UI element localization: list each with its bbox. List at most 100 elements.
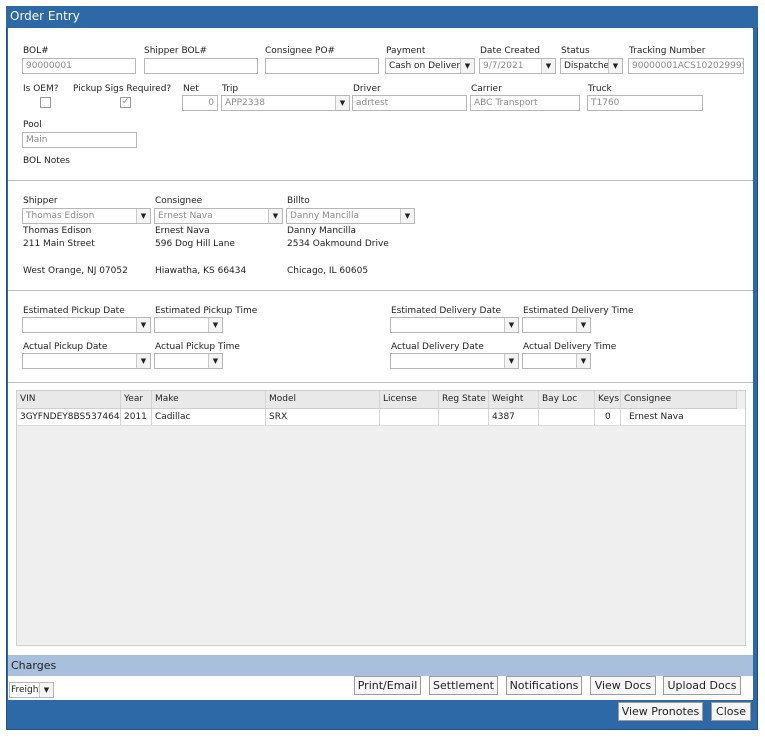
column-header-model[interactable]: Model bbox=[266, 391, 380, 408]
window-title: Order Entry bbox=[6, 6, 758, 28]
chevron-down-icon[interactable]: ▼ bbox=[208, 354, 222, 368]
vin-cell: 3GYFNDEY8BS537464 bbox=[17, 409, 121, 425]
trip-label: Trip bbox=[222, 84, 239, 94]
pool-input[interactable]: Main bbox=[22, 132, 137, 148]
year-cell: 2011 bbox=[121, 409, 152, 425]
carrier-label: Carrier bbox=[471, 84, 502, 94]
truck-label: Truck bbox=[588, 84, 612, 94]
view-pronotes-button[interactable]: View Pronotes bbox=[618, 702, 703, 721]
chevron-down-icon[interactable]: ▼ bbox=[268, 209, 282, 223]
charges-header[interactable]: Charges bbox=[8, 655, 753, 676]
consignee-cell: Ernest Nava bbox=[629, 412, 684, 422]
trip-select-value: APP2338 bbox=[225, 98, 265, 108]
shipper-city: West Orange, NJ 07052 bbox=[23, 266, 128, 276]
section-divider bbox=[8, 180, 753, 181]
column-header-bay-loc[interactable]: Bay Loc bbox=[539, 391, 595, 408]
date-created-value: 9/7/2021 bbox=[483, 61, 524, 71]
act-pickup-time-select[interactable]: ▼ bbox=[154, 353, 223, 369]
license-cell bbox=[380, 409, 439, 425]
billto-label: Billto bbox=[287, 196, 310, 206]
tracking-number-input[interactable]: 90000001ACS1020299956 bbox=[628, 58, 744, 74]
is-oem-label: Is OEM? bbox=[23, 84, 59, 94]
window-scroll-edge bbox=[753, 12, 757, 412]
act-delivery-date-label: Actual Delivery Date bbox=[391, 342, 484, 352]
date-created-select[interactable]: 9/7/2021 ▼ bbox=[479, 58, 556, 74]
chevron-down-icon[interactable]: ▼ bbox=[136, 318, 150, 332]
settlement-button[interactable]: Settlement bbox=[429, 676, 498, 695]
carrier-input[interactable]: ABC Transport bbox=[470, 95, 580, 111]
act-pickup-date-label: Actual Pickup Date bbox=[23, 342, 108, 352]
make-cell: Cadillac bbox=[152, 409, 266, 425]
chevron-down-icon[interactable]: ▼ bbox=[400, 209, 414, 223]
bol-input[interactable]: 90000001 bbox=[22, 58, 136, 74]
chevron-down-icon[interactable]: ▼ bbox=[504, 318, 518, 332]
act-delivery-time-select[interactable]: ▼ bbox=[522, 353, 591, 369]
act-pickup-time-label: Actual Pickup Time bbox=[155, 342, 240, 352]
driver-input[interactable]: adrtest bbox=[352, 95, 467, 111]
pickup-sigs-label: Pickup Sigs Required? bbox=[73, 84, 172, 94]
est-pickup-time-select[interactable]: ▼ bbox=[154, 317, 223, 333]
column-header-year[interactable]: Year bbox=[121, 391, 152, 408]
status-select[interactable]: Dispatched ▼ bbox=[560, 58, 623, 74]
upload-docs-button[interactable]: Upload Docs bbox=[663, 676, 741, 695]
shipper-name: Thomas Edison bbox=[23, 226, 92, 236]
payment-select[interactable]: Cash on Delivery ▼ bbox=[385, 58, 475, 74]
billto-city: Chicago, IL 60605 bbox=[287, 266, 369, 276]
chevron-down-icon[interactable]: ▼ bbox=[608, 59, 622, 73]
act-delivery-date-select[interactable]: ▼ bbox=[390, 353, 519, 369]
column-header-vin[interactable]: VIN bbox=[17, 391, 121, 408]
shipper-label: Shipper bbox=[23, 196, 58, 206]
column-header-keys[interactable]: Keys bbox=[595, 391, 621, 408]
trip-select[interactable]: APP2338 ▼ bbox=[221, 95, 350, 111]
charge-type-select[interactable]: Freight ▼ bbox=[9, 682, 54, 698]
chevron-down-icon[interactable]: ▼ bbox=[335, 96, 349, 110]
est-delivery-time-label: Estimated Delivery Time bbox=[523, 306, 634, 316]
net-label: Net bbox=[183, 84, 199, 94]
billto-select[interactable]: Danny Mancilla ▼ bbox=[286, 208, 415, 224]
vehicles-grid-header: VIN Year Make Model License Reg State We… bbox=[17, 391, 737, 409]
consignee-address: 596 Dog Hill Lane bbox=[155, 239, 235, 249]
status-label: Status bbox=[561, 46, 590, 56]
model-cell: SRX bbox=[266, 409, 380, 425]
est-delivery-time-select[interactable]: ▼ bbox=[522, 317, 591, 333]
column-header-consignee[interactable]: Consignee bbox=[621, 391, 737, 408]
chevron-down-icon[interactable]: ▼ bbox=[504, 354, 518, 368]
is-oem-checkbox[interactable] bbox=[40, 97, 51, 108]
act-delivery-time-label: Actual Delivery Time bbox=[523, 342, 617, 352]
act-pickup-date-select[interactable]: ▼ bbox=[22, 353, 151, 369]
chevron-down-icon[interactable]: ▼ bbox=[541, 59, 555, 73]
bol-notes-label: BOL Notes bbox=[23, 156, 70, 166]
shipper-bol-input[interactable] bbox=[144, 58, 258, 74]
column-header-make[interactable]: Make bbox=[152, 391, 266, 408]
est-delivery-date-select[interactable]: ▼ bbox=[390, 317, 519, 333]
billto-select-value: Danny Mancilla bbox=[290, 211, 359, 221]
chevron-down-icon[interactable]: ▼ bbox=[136, 209, 150, 223]
pickup-sigs-checkbox[interactable]: ✓ bbox=[120, 97, 131, 108]
consignee-po-label: Consignee PO# bbox=[265, 46, 336, 56]
chevron-down-icon[interactable]: ▼ bbox=[576, 354, 590, 368]
close-button[interactable]: Close bbox=[711, 702, 751, 721]
column-header-license[interactable]: License bbox=[380, 391, 439, 408]
column-header-weight[interactable]: Weight bbox=[489, 391, 539, 408]
notifications-button[interactable]: Notifications bbox=[506, 676, 582, 695]
consignee-select[interactable]: Ernest Nava ▼ bbox=[154, 208, 283, 224]
est-pickup-date-select[interactable]: ▼ bbox=[22, 317, 151, 333]
column-header-reg-state[interactable]: Reg State bbox=[439, 391, 489, 408]
print-email-button[interactable]: Print/Email bbox=[354, 676, 421, 695]
section-divider bbox=[8, 382, 753, 383]
est-delivery-date-label: Estimated Delivery Date bbox=[391, 306, 502, 316]
chevron-down-icon[interactable]: ▼ bbox=[460, 59, 474, 73]
chevron-down-icon[interactable]: ▼ bbox=[136, 354, 150, 368]
charge-type-value: Freight bbox=[11, 685, 43, 695]
net-input[interactable]: 0 bbox=[182, 95, 218, 111]
view-docs-button[interactable]: View Docs bbox=[590, 676, 656, 695]
payment-select-value: Cash on Delivery bbox=[389, 61, 466, 71]
vehicles-grid: VIN Year Make Model License Reg State We… bbox=[16, 390, 746, 646]
consignee-po-input[interactable] bbox=[265, 58, 379, 74]
table-row[interactable]: 3GYFNDEY8BS537464 2011 Cadillac SRX 4387… bbox=[17, 409, 745, 426]
chevron-down-icon[interactable]: ▼ bbox=[208, 318, 222, 332]
shipper-select[interactable]: Thomas Edison ▼ bbox=[22, 208, 151, 224]
chevron-down-icon[interactable]: ▼ bbox=[576, 318, 590, 332]
chevron-down-icon[interactable]: ▼ bbox=[39, 683, 53, 697]
truck-input[interactable]: T1760 bbox=[587, 95, 703, 111]
